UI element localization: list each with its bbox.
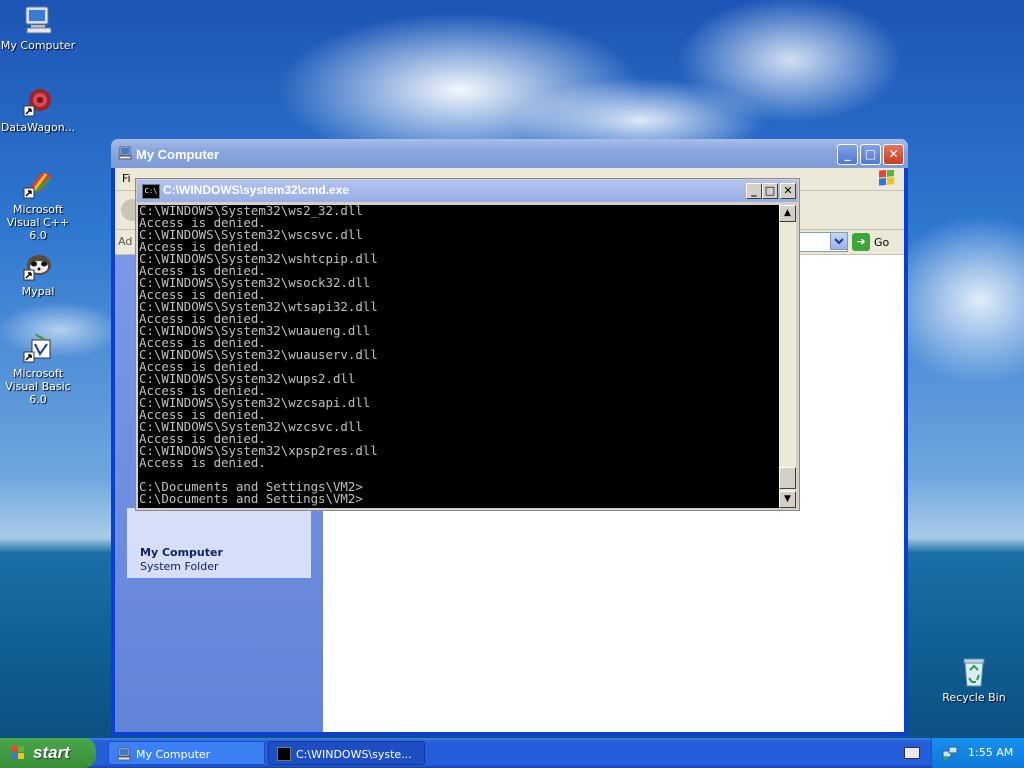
desktop-icon-recycle-bin[interactable]: Recycle Bin xyxy=(934,656,1014,704)
scroll-down-icon[interactable]: ▼ xyxy=(779,491,796,508)
details-title: My Computer xyxy=(140,546,223,559)
desktop-icon-label: Mypal xyxy=(21,285,55,298)
windows-flag-icon xyxy=(10,745,26,761)
clock: 1:55 AM xyxy=(968,746,1014,759)
scroll-up-icon[interactable]: ▲ xyxy=(779,205,796,222)
close-button[interactable]: ✕ xyxy=(883,144,904,165)
go-arrow-icon: ➔ xyxy=(852,233,870,251)
my-computer-icon xyxy=(22,4,54,36)
desktop-icon-label: DataWagon... xyxy=(0,121,76,134)
windows-flag-icon xyxy=(876,169,898,188)
recycle-bin-icon xyxy=(958,656,990,688)
minimize-button[interactable]: _ xyxy=(837,144,858,165)
datawagon-icon xyxy=(22,86,54,118)
maximize-button[interactable]: □ xyxy=(860,144,881,165)
taskbar-item-label: C:\WINDOWS\syste... xyxy=(296,748,412,761)
console-scrollbar[interactable]: ▲ ▼ xyxy=(779,205,796,508)
desktop-icon-visual-basic[interactable]: Microsoft Visual Basic 6.0 xyxy=(0,332,78,406)
address-label: Ad xyxy=(118,235,133,248)
my-computer-icon xyxy=(118,146,132,160)
taskbar-item-cmd[interactable]: C:\WINDOWS\syste... xyxy=(268,741,425,765)
desktop-icon-visual-cpp[interactable]: Microsoft Visual C++ 6.0 xyxy=(0,168,78,242)
start-label: start xyxy=(33,743,70,762)
chevron-down-icon[interactable] xyxy=(830,232,848,250)
taskbar-item-label: My Computer xyxy=(136,748,211,761)
system-tray: 1:55 AM xyxy=(931,738,1024,768)
scroll-thumb[interactable] xyxy=(779,467,796,489)
menu-file[interactable]: Fi xyxy=(122,172,131,185)
cmd-maximize-button[interactable]: □ xyxy=(762,183,778,199)
taskbar-item-my-computer[interactable]: My Computer xyxy=(108,741,265,765)
desktop-icon-label: Microsoft Visual Basic 6.0 xyxy=(5,367,71,406)
desktop-icon-label: My Computer xyxy=(0,39,76,52)
cmd-icon: C:\ xyxy=(142,184,160,199)
details-subtitle: System Folder xyxy=(140,560,219,573)
cmd-window[interactable]: C:\ C:\WINDOWS\system32\cmd.exe _ □ ✕ C:… xyxy=(135,178,800,511)
desktop-icon-mypal[interactable]: Mypal xyxy=(0,250,78,298)
go-label: Go xyxy=(874,236,890,249)
cmd-titlebar[interactable]: C:\ C:\WINDOWS\system32\cmd.exe _ □ ✕ xyxy=(137,180,798,202)
details-panel: My Computer System Folder xyxy=(127,508,311,578)
keyboard-icon[interactable] xyxy=(904,747,920,759)
start-button[interactable]: start xyxy=(0,738,96,768)
visual-basic-icon xyxy=(22,332,54,364)
mypal-icon xyxy=(22,250,54,282)
go-button[interactable]: ➔ Go xyxy=(852,233,898,251)
desktop-icon-label: Microsoft Visual C++ 6.0 xyxy=(6,203,70,242)
explorer-title: My Computer xyxy=(136,147,220,162)
visual-cpp-icon xyxy=(22,168,54,200)
explorer-titlebar[interactable]: My Computer _ □ ✕ xyxy=(111,139,908,168)
network-icon[interactable] xyxy=(942,745,958,761)
cmd-close-button[interactable]: ✕ xyxy=(780,183,796,199)
desktop-icon-datawagon[interactable]: DataWagon... xyxy=(0,86,78,134)
taskbar: start My Computer C:\WINDOWS\syste... 1:… xyxy=(0,738,1024,768)
console-line: Access is denied. xyxy=(139,455,266,470)
console-line: C:\Documents and Settings\VM2> xyxy=(139,491,363,506)
cmd-minimize-button[interactable]: _ xyxy=(746,183,762,199)
my-computer-icon xyxy=(117,747,131,761)
console-output[interactable]: C:\WINDOWS\System32\ws2_32.dll Access is … xyxy=(138,205,779,508)
cmd-title: C:\WINDOWS\system32\cmd.exe xyxy=(163,183,350,197)
desktop-icon-label: Recycle Bin xyxy=(942,691,1006,704)
desktop-icon-my-computer[interactable]: My Computer xyxy=(0,4,78,52)
cmd-icon xyxy=(277,747,291,761)
